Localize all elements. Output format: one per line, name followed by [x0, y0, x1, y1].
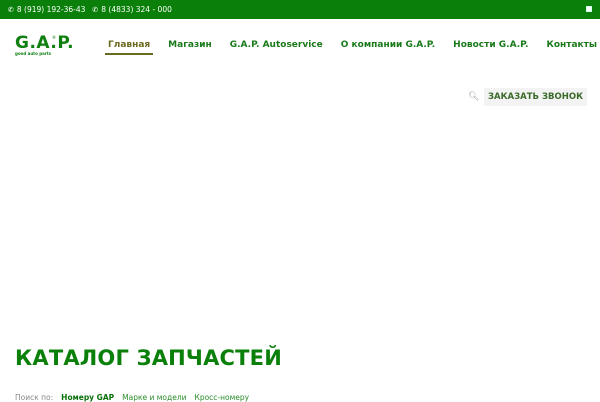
nav-shop[interactable]: Магазин — [168, 40, 212, 56]
phone-link[interactable]: ✆ 8 (919) 192-36-43 — [8, 5, 85, 14]
nav-about[interactable]: О компании G.A.P. — [341, 40, 435, 56]
social-icon[interactable] — [586, 6, 592, 12]
main-nav: Главная Магазин G.A.P. Autoservice О ком… — [104, 40, 600, 56]
order-call-button[interactable]: ЗАКАЗАТЬ ЗВОНОК — [484, 88, 587, 106]
phone-icon: ✆ — [92, 5, 99, 14]
tab-gap-number[interactable]: Номеру GAP — [61, 393, 114, 402]
tab-make-model[interactable]: Марке и модели — [122, 393, 186, 402]
search-icon[interactable]: 🔍︎ — [468, 92, 479, 102]
phone-icon: ✆ — [8, 5, 14, 14]
page-title: КАТАЛОГ ЗАПЧАСТЕЙ — [15, 346, 283, 370]
search-tabs: Поиск по: Номеру GAP Марке и модели Крос… — [15, 393, 250, 402]
nav-contacts[interactable]: Контакты — [546, 40, 597, 56]
top-bar: ✆ 8 (919) 192-36-43 ✆ 8 (4833) 324 - 000 — [0, 0, 600, 19]
nav-home[interactable]: Главная — [104, 40, 154, 56]
nav-news[interactable]: Новости G.A.P. — [453, 40, 528, 56]
logo[interactable]: G.A.P. good auto parts ® — [15, 35, 74, 57]
phone-link[interactable]: ✆ 8 (4833) 324 - 000 — [92, 5, 171, 14]
tab-cross-number[interactable]: Кросс-номеру — [195, 393, 250, 402]
nav-autoservice[interactable]: G.A.P. Autoservice — [230, 40, 323, 56]
